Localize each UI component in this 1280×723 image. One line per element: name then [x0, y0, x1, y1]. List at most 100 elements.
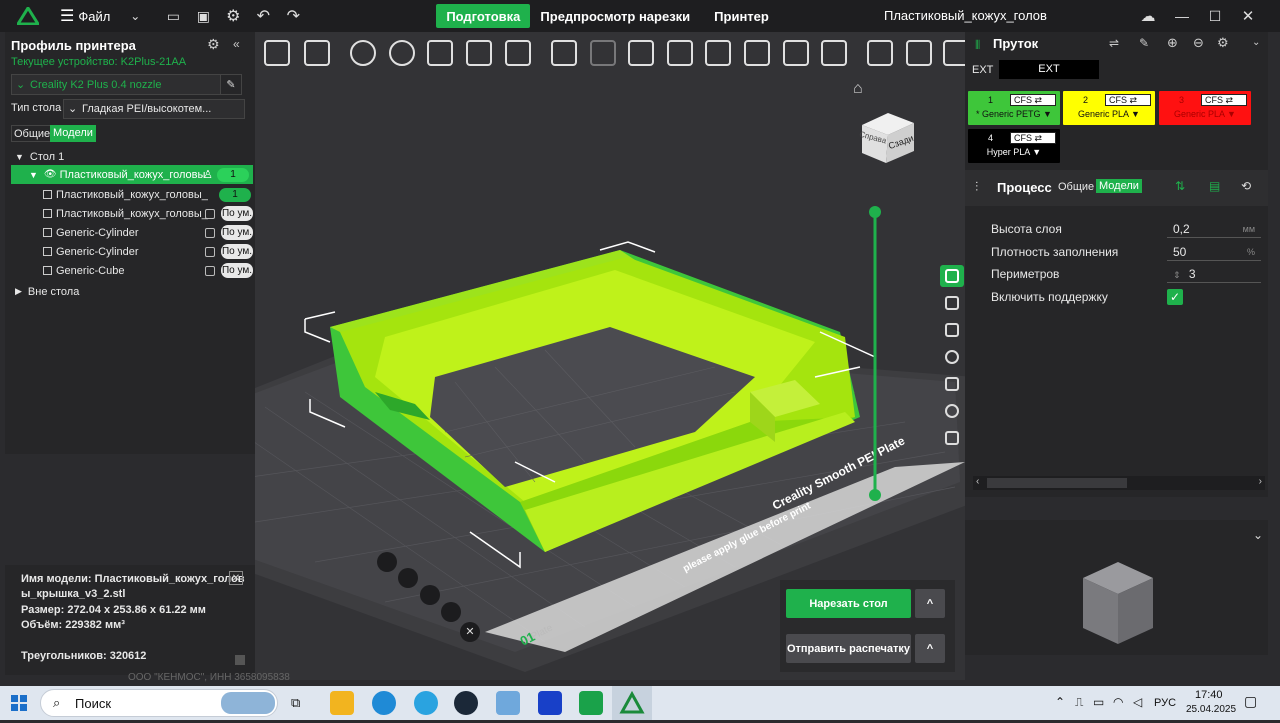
printer-select[interactable]: ⌄ Creality K2 Plus 0.4 nozzle: [11, 74, 221, 95]
3d-viewport[interactable]: Creality Smooth PEI Plate please apply g…: [255, 32, 965, 680]
notification-icon[interactable]: ▢: [1244, 693, 1257, 710]
chevron-down-icon[interactable]: ⌄: [120, 0, 150, 32]
ext-slot[interactable]: EXT: [999, 60, 1099, 79]
telegram-icon[interactable]: [414, 691, 438, 715]
settings-gear-icon[interactable]: ⚙: [218, 0, 248, 32]
filament-slot-4[interactable]: 4 CFS ⇄ Hyper PLA ▼: [968, 129, 1060, 163]
windows-start-icon[interactable]: [11, 695, 27, 711]
taskbar-search[interactable]: ⌕ Поиск: [40, 689, 278, 717]
view-print-icon[interactable]: [420, 585, 440, 605]
close-info-button[interactable]: ✕: [229, 571, 243, 585]
scroll-right-icon[interactable]: ›: [1259, 476, 1262, 487]
minimize-info-button[interactable]: [235, 655, 245, 665]
tray-battery-icon[interactable]: ▭: [1093, 695, 1104, 709]
tray-volume-icon[interactable]: ◁: [1133, 695, 1142, 709]
side-tool-quality[interactable]: [940, 265, 964, 287]
add-object-icon[interactable]: [264, 40, 290, 66]
tab-slice-preview[interactable]: Предпросмотр нарезки: [530, 4, 700, 28]
horizontal-scrollbar[interactable]: ‹ ›: [973, 476, 1265, 490]
tree-plate-row[interactable]: ▼ Стол 1: [5, 147, 255, 166]
view-settings-icon[interactable]: [377, 552, 397, 572]
bed-type-select[interactable]: ⌄ Гладкая PEI/высокотем...: [63, 99, 245, 119]
creality-print-taskbar-icon[interactable]: [612, 686, 652, 720]
param-infill-input[interactable]: 50 %: [1167, 243, 1261, 261]
rotate-icon[interactable]: [389, 40, 415, 66]
tree-group-row[interactable]: ▼ 👁 Пластиковый_кожух_головы ♙ 1: [11, 165, 253, 184]
tab-general[interactable]: Общие: [11, 125, 54, 142]
move-icon[interactable]: [350, 40, 376, 66]
tree-item-row[interactable]: Пластиковый_кожух_головы_ 1: [5, 185, 255, 204]
visibility-eye-icon[interactable]: 👁: [44, 169, 57, 180]
boolean-icon[interactable]: [783, 40, 809, 66]
remove-filament-icon[interactable]: ⊖: [1193, 35, 1204, 51]
filament-slot-1[interactable]: 1 CFS ⇄ * Generic PETG ▼: [968, 91, 1060, 125]
tree-item-row[interactable]: Пластиковый_кожух_головы_ По ум.: [5, 204, 255, 223]
sheets-icon[interactable]: [579, 691, 603, 715]
process-compare-icon[interactable]: ⇅: [1175, 179, 1185, 193]
slice-options-button[interactable]: ^: [915, 589, 945, 618]
plate-icon[interactable]: [628, 40, 654, 66]
view-grid-icon[interactable]: [441, 602, 461, 622]
cloud-upload-icon[interactable]: ☁: [1133, 0, 1163, 32]
collapse-filament-icon[interactable]: ⌄: [1252, 37, 1260, 48]
send-print-button[interactable]: Отправить распечатку: [786, 634, 911, 663]
tree-item-row[interactable]: Generic-Cube По ум.: [5, 261, 255, 280]
tab-printer[interactable]: Принтер: [704, 4, 779, 28]
minimize-icon[interactable]: —: [1167, 0, 1197, 32]
app-x-icon[interactable]: [538, 691, 562, 715]
filament-brush-icon[interactable]: ✎: [1139, 36, 1149, 50]
filament-slot-3[interactable]: 3 CFS ⇄ Generic PLA ▼: [1159, 91, 1251, 125]
side-tool-others[interactable]: [940, 400, 964, 422]
close-icon[interactable]: ✕: [1233, 0, 1263, 32]
home-view-icon[interactable]: ⌂: [853, 80, 871, 98]
cube-view-icon[interactable]: [667, 40, 693, 66]
explorer-icon[interactable]: [330, 691, 354, 715]
tray-chevron-icon[interactable]: ⌃: [1055, 695, 1065, 709]
filament-sync-icon[interactable]: ⇌: [1109, 36, 1119, 50]
side-tool-layers[interactable]: [940, 292, 964, 314]
steam-icon[interactable]: [454, 691, 478, 715]
tray-date[interactable]: 25.04.2025: [1186, 704, 1236, 715]
slice-plate-button[interactable]: Нарезать стол: [786, 589, 911, 618]
view-cube[interactable]: Справа Сзади: [858, 107, 916, 165]
file-menu[interactable]: ☰ Файл: [56, 0, 114, 32]
grid-arrange-icon[interactable]: [304, 40, 330, 66]
view-layers-icon[interactable]: [398, 568, 418, 588]
split-parts-icon[interactable]: [590, 40, 616, 66]
tree-item-row[interactable]: Generic-Cylinder По ум.: [5, 242, 255, 261]
param-support-checkbox[interactable]: ✓: [1167, 289, 1183, 305]
spin-icon[interactable]: ⇕: [1173, 270, 1181, 280]
seam-paint-icon[interactable]: [906, 40, 932, 66]
undo-icon[interactable]: ↶: [248, 0, 278, 32]
scroll-left-icon[interactable]: ‹: [976, 476, 979, 487]
side-tool-multimaterial[interactable]: [940, 427, 964, 449]
collapse-panel-icon[interactable]: «: [233, 37, 240, 51]
tray-wifi-icon[interactable]: ◠: [1113, 695, 1123, 709]
auto-orient-icon[interactable]: [427, 40, 453, 66]
measure-icon[interactable]: [821, 40, 847, 66]
text-tool-icon[interactable]: [943, 40, 965, 66]
tray-time[interactable]: 17:40: [1195, 689, 1223, 701]
process-save-icon[interactable]: ▤: [1209, 179, 1220, 193]
notepad-icon[interactable]: [496, 691, 520, 715]
arrange-icon[interactable]: [466, 40, 492, 66]
send-options-button[interactable]: ^: [915, 634, 945, 663]
printer-settings-gear-icon[interactable]: ⚙: [207, 36, 220, 53]
filament-settings-icon[interactable]: ⚙: [1217, 35, 1229, 51]
collapse-preview-icon[interactable]: ⌄: [1253, 528, 1263, 542]
open-folder-icon[interactable]: ▭: [158, 0, 188, 32]
support-paint-icon[interactable]: [867, 40, 893, 66]
param-perimeters-input[interactable]: ⇕ 3: [1167, 265, 1261, 283]
side-tool-infill[interactable]: [940, 319, 964, 341]
edge-icon[interactable]: [372, 691, 396, 715]
process-reset-icon[interactable]: ⟲: [1241, 179, 1251, 193]
cut-icon[interactable]: [744, 40, 770, 66]
task-view-icon[interactable]: ⧉: [291, 695, 300, 711]
add-filament-icon[interactable]: ⊕: [1167, 35, 1178, 51]
redo-icon[interactable]: ↷: [278, 0, 308, 32]
process-tab-general[interactable]: Общие: [1058, 181, 1094, 193]
maximize-icon[interactable]: ☐: [1200, 0, 1230, 32]
param-layer-height-input[interactable]: 0,2 мм: [1167, 220, 1261, 238]
close-plate-icon[interactable]: ✕: [460, 622, 480, 642]
tab-prepare[interactable]: Подготовка: [436, 4, 531, 28]
